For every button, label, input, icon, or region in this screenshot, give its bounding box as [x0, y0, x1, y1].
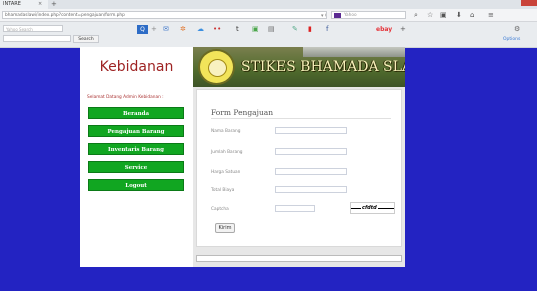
- ebay-link[interactable]: ebay: [376, 25, 392, 34]
- navigation-bar: bhamadaslawi/index.php?content=pengajuan…: [0, 9, 537, 22]
- captcha-input[interactable]: [275, 205, 315, 212]
- tab-title: INTARE: [3, 1, 21, 7]
- toolbar-dropdown[interactable]: [3, 35, 71, 42]
- site-title: Kebidanan: [99, 59, 174, 75]
- label-jumlah-barang: Jumlah Barang: [211, 150, 243, 155]
- bookmark-icon[interactable]: ▮: [308, 24, 312, 34]
- label-nama-barang: Nama Barang: [211, 129, 241, 134]
- college-logo: [198, 49, 235, 85]
- download-icon[interactable]: ⬇: [456, 11, 462, 19]
- form-divider: [211, 118, 391, 119]
- welcome-text: Selamat Datang Admin Kebidanan :: [87, 95, 164, 100]
- tab-close-icon[interactable]: ×: [38, 0, 42, 9]
- menu-logout-button[interactable]: Logout: [88, 179, 184, 191]
- url-text: bhamadaslawi/index.php?content=pengajuan…: [5, 13, 125, 18]
- harga-satuan-input[interactable]: [275, 168, 347, 175]
- options-menu[interactable]: Options: [503, 37, 520, 42]
- logo-emblem: [208, 59, 227, 77]
- nama-barang-input[interactable]: [275, 127, 347, 134]
- gear-icon[interactable]: ✲: [180, 24, 186, 34]
- settings-icon[interactable]: ⚙: [514, 24, 520, 34]
- flickr-icon[interactable]: ••: [213, 24, 221, 34]
- browser-tab[interactable]: INTARE ×: [0, 0, 48, 9]
- new-tab-icon[interactable]: +: [51, 0, 57, 9]
- label-total-biaya: Total Biaya: [211, 188, 235, 193]
- add-icon[interactable]: +: [400, 24, 406, 34]
- chat-icon[interactable]: ▣: [252, 24, 259, 34]
- plus-icon[interactable]: +: [151, 24, 157, 34]
- sidebar-menu: Selamat Datang Admin Kebidanan : Beranda…: [80, 87, 194, 213]
- facebook-icon[interactable]: f: [326, 24, 328, 34]
- q-icon[interactable]: Q: [137, 25, 148, 34]
- reader-icon[interactable]: ▣: [440, 11, 447, 19]
- pen-icon[interactable]: ✎: [292, 24, 298, 34]
- content-area: Form Pengajuan Nama Barang Jumlah Barang…: [193, 87, 405, 267]
- search-button[interactable]: Search: [73, 35, 99, 43]
- form-title: Form Pengajuan: [211, 108, 274, 117]
- captcha-image: cfdtd: [350, 202, 395, 214]
- site-banner: STIKES BHAMADA SLAWI: [193, 47, 405, 87]
- footer-bar: [196, 255, 402, 262]
- page-container: Kebidanan STIKES BHAMADA SLAWI Selamat D…: [80, 47, 405, 267]
- menu-pengajuan-button[interactable]: Pengajuan Barang: [88, 125, 184, 137]
- jumlah-barang-input[interactable]: [275, 148, 347, 155]
- cloud-icon[interactable]: ☁: [197, 24, 204, 34]
- captcha-text: cfdtd: [361, 205, 378, 211]
- search-placeholder: Yahoo: [344, 13, 357, 18]
- menu-service-button[interactable]: Service: [88, 161, 184, 173]
- banner-title: STIKES BHAMADA SLAWI: [241, 59, 405, 75]
- browser-search-input[interactable]: Yahoo: [331, 11, 406, 19]
- menu-inventaris-button[interactable]: Inventaris Barang: [88, 143, 184, 155]
- site-header-left: Kebidanan: [80, 47, 193, 88]
- yahoo-icon: [334, 13, 341, 18]
- twitter-icon[interactable]: t: [236, 24, 239, 34]
- form-panel: Form Pengajuan Nama Barang Jumlah Barang…: [196, 89, 402, 247]
- ebay-label: ebay: [376, 26, 393, 33]
- mail-icon[interactable]: ✉: [163, 24, 169, 34]
- address-bar[interactable]: bhamadaslawi/index.php?content=pengajuan…: [2, 11, 327, 19]
- toolbar-search-placeholder: Yahoo Search: [6, 27, 33, 32]
- banner-roof: [303, 47, 405, 57]
- bookmarks-toolbar: Yahoo Search Search Q + ✉ ✲ ☁ •• t ▣ ▤ ✎…: [0, 22, 537, 48]
- search-icon[interactable]: ⌕: [414, 11, 418, 19]
- menu-icon[interactable]: ≡: [488, 11, 494, 19]
- window-close-button[interactable]: [521, 0, 537, 6]
- tab-bar: INTARE × +: [0, 0, 537, 9]
- label-harga-satuan: Harga Satuan: [211, 170, 241, 175]
- home-icon[interactable]: ⌂: [470, 11, 474, 19]
- menu-beranda-button[interactable]: Beranda: [88, 107, 184, 119]
- calendar-icon[interactable]: ▤: [268, 24, 275, 34]
- label-captcha: Captcha: [211, 207, 229, 212]
- kirim-button[interactable]: Kirim: [215, 223, 235, 233]
- toolbar-search-input[interactable]: Yahoo Search: [3, 25, 63, 32]
- total-biaya-input[interactable]: [275, 186, 347, 193]
- reload-icon[interactable]: ▾ C: [321, 12, 326, 18]
- star-icon[interactable]: ☆: [427, 11, 433, 19]
